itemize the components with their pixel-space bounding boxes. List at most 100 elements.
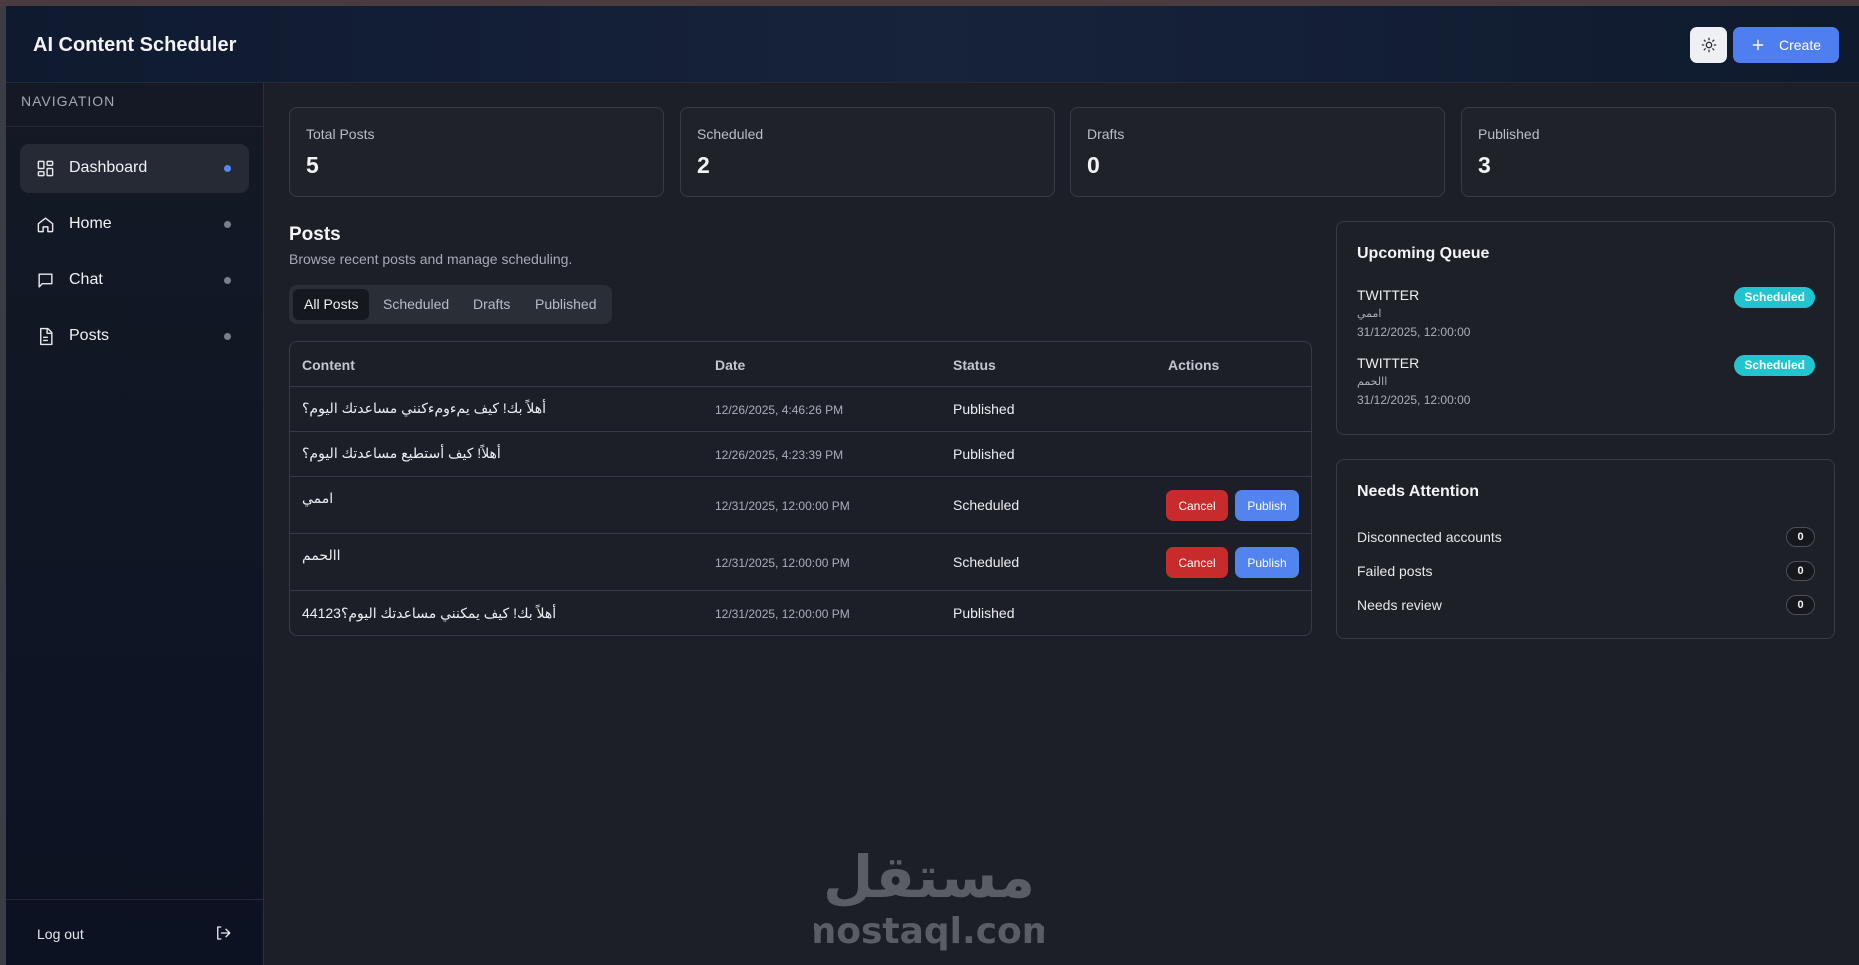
post-status: Published [953,605,1015,621]
publish-button[interactable]: Publish [1235,547,1299,578]
attention-row-review: Needs review 0 [1357,594,1815,616]
queue-time: 31/12/2025, 12:00:00 [1357,325,1471,339]
logout-button[interactable]: Log out [37,926,84,942]
post-status: Published [953,446,1015,462]
active-indicator-dot [224,165,231,172]
plus-icon [1752,39,1764,51]
table-row: االحمم 12/31/2025, 12:00:00 PM Scheduled… [290,534,1311,591]
queue-platform: TWITTER [1357,355,1420,371]
stat-card-drafts: Drafts 0 [1070,107,1445,197]
dashboard-grid-icon [37,160,54,177]
status-badge: Scheduled [1734,287,1815,308]
queue-time: 31/12/2025, 12:00:00 [1357,393,1471,407]
stat-label: Total Posts [306,126,375,142]
column-header-content: Content [302,357,355,373]
watermark-latin-text: mostaql.com [814,911,1044,952]
stat-value: 3 [1478,152,1491,178]
table-row: أهلاً! كيف أستطيع مساعدتك اليوم؟ 12/26/2… [290,432,1311,477]
queue-item: TWITTER االحمم 31/12/2025, 12:00:00 Sche… [1357,355,1815,415]
cancel-button[interactable]: Cancel [1166,490,1228,521]
publish-button[interactable]: Publish [1235,490,1299,521]
post-content: االحمم [302,547,341,563]
table-header: Content Date Status Actions [290,342,1311,387]
table-row: أهلاً بك! كيف يمءومءكنني مساعدتك اليوم؟ … [290,387,1311,432]
theme-toggle-button[interactable] [1690,27,1727,63]
mostaql-watermark-logo: مستقل mostaql.com [814,843,1044,952]
column-header-status: Status [953,357,996,373]
post-date: 12/31/2025, 12:00:00 PM [715,607,850,621]
chat-bubble-icon [38,273,53,288]
sidebar-item-dashboard[interactable]: Dashboard [20,144,249,193]
stat-value: 2 [697,152,710,178]
stat-label: Published [1478,126,1540,142]
stat-card-published: Published 3 [1461,107,1836,197]
posts-section-title: Posts [289,224,341,245]
create-button-label: Create [1778,37,1822,53]
tab-scheduled[interactable]: Scheduled [372,289,460,320]
panel-title: Needs Attention [1357,483,1480,500]
nav-divider [6,126,264,127]
count-badge: 0 [1786,561,1815,581]
upcoming-queue-panel: Upcoming Queue TWITTER اممي 31/12/2025, … [1336,221,1835,435]
queue-platform: TWITTER [1357,287,1420,303]
post-content: أهلاً بك! كيف يمكنني مساعدتك اليوم؟44123 [302,605,557,621]
count-badge: 0 [1786,527,1815,547]
post-status: Scheduled [953,554,1020,570]
post-date: 12/26/2025, 4:46:26 PM [715,403,844,417]
stat-value: 5 [306,152,319,178]
sidebar-item-chat[interactable]: Chat [20,256,249,305]
table-row: اممي 12/31/2025, 12:00:00 PM Scheduled C… [290,477,1311,534]
sidebar-item-label: Home [69,215,112,232]
stat-label: Scheduled [697,126,764,142]
home-icon [37,217,54,233]
attention-row-disconnected: Disconnected accounts 0 [1357,526,1815,548]
posts-filter-tabs: All Posts Scheduled Drafts Published [289,285,612,324]
stat-value: 0 [1087,152,1100,178]
tab-all-posts[interactable]: All Posts [293,289,370,320]
status-dot [224,221,231,228]
app-title: AI Content Scheduler [33,34,237,56]
logout-icon[interactable] [214,924,232,942]
table-row: أهلاً بك! كيف يمكنني مساعدتك اليوم؟44123… [290,591,1311,635]
tab-drafts[interactable]: Drafts [462,289,521,320]
attention-label: Needs review [1357,597,1442,613]
attention-label: Failed posts [1357,563,1433,579]
post-status: Published [953,401,1015,417]
column-header-date: Date [715,357,746,373]
nav-heading: NAVIGATION [21,93,116,109]
sidebar-item-label: Dashboard [69,159,148,176]
queue-post-text: اممي [1357,308,1382,320]
document-icon [40,327,53,346]
sidebar-footer-divider [6,899,264,900]
post-date: 12/31/2025, 12:00:00 PM [715,556,850,570]
create-button[interactable]: Create [1733,27,1839,63]
panel-title: Upcoming Queue [1357,245,1490,262]
top-bar: AI Content Scheduler Create [6,6,1859,83]
tab-published[interactable]: Published [524,289,608,320]
post-content: أهلاً! كيف أستطيع مساعدتك اليوم؟ [302,445,501,461]
attention-row-failed: Failed posts 0 [1357,560,1815,582]
post-status: Scheduled [953,497,1020,513]
stat-label: Drafts [1087,126,1125,142]
status-badge: Scheduled [1734,355,1815,376]
watermark-arabic-text: مستقل [823,843,1035,911]
sidebar-item-posts[interactable]: Posts [20,312,249,361]
status-dot [224,333,231,340]
sidebar-item-label: Chat [69,271,103,288]
posts-table: Content Date Status Actions أهلاً بك! كي… [289,341,1312,636]
status-dot [224,277,231,284]
stat-card-total-posts: Total Posts 5 [289,107,664,197]
cancel-button[interactable]: Cancel [1166,547,1228,578]
count-badge: 0 [1786,595,1815,615]
post-content: أهلاً بك! كيف يمءومءكنني مساعدتك اليوم؟ [302,400,546,416]
sidebar-item-label: Posts [69,327,110,344]
post-date: 12/31/2025, 12:00:00 PM [715,499,850,513]
post-content: اممي [302,490,334,506]
queue-item: TWITTER اممي 31/12/2025, 12:00:00 Schedu… [1357,287,1815,347]
sidebar-item-home[interactable]: Home [20,200,249,249]
queue-post-text: االحمم [1357,376,1388,388]
needs-attention-panel: Needs Attention Disconnected accounts 0 … [1336,459,1835,639]
posts-section-subtitle: Browse recent posts and manage schedulin… [289,251,573,267]
column-header-actions: Actions [1168,357,1220,373]
sun-icon [1701,37,1716,53]
